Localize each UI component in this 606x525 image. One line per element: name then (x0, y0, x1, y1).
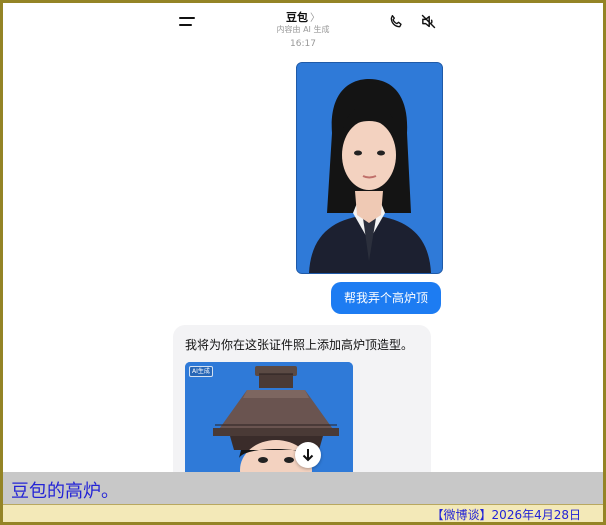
ai-generated-badge: AI生成 (189, 366, 213, 377)
caption-text: 豆包的高炉。 (11, 481, 119, 502)
caption-bar: 豆包的高炉。 (3, 472, 603, 504)
message-timestamp: 16:17 (290, 39, 316, 49)
download-button[interactable] (295, 442, 321, 468)
phone-icon[interactable] (388, 14, 404, 30)
id-photo-illustration (297, 63, 442, 273)
bot-message-card: 我将为你在这张证件照上添加高炉顶造型。 AI生成 (173, 325, 431, 472)
bot-message-text: 我将为你在这张证件照上添加高炉顶造型。 (185, 338, 414, 352)
chat-title[interactable]: 豆包〉 (3, 9, 603, 25)
chevron-right-icon: 〉 (310, 13, 320, 24)
credit-text: 【微博谈】2026年4月28日 (431, 508, 581, 522)
uploaded-id-photo[interactable] (296, 62, 443, 274)
download-icon (302, 449, 314, 462)
generated-image[interactable]: AI生成 (185, 362, 353, 472)
user-message-bubble[interactable]: 帮我弄个高炉顶 (331, 282, 441, 314)
chat-screen: 豆包〉 内容由 AI 生成 16:17 帮我弄个高炉顶 我将为你在这张证件照上添… (3, 3, 603, 472)
ai-disclaimer: 内容由 AI 生成 (276, 25, 330, 34)
mute-icon[interactable] (420, 13, 437, 30)
chat-title-text: 豆包 (286, 11, 308, 24)
furnace-top-illustration (185, 362, 353, 472)
credit-bar: 【微博谈】2026年4月28日 (3, 504, 603, 522)
image-frame: 豆包〉 内容由 AI 生成 16:17 帮我弄个高炉顶 我将为你在这张证件照上添… (0, 0, 606, 525)
